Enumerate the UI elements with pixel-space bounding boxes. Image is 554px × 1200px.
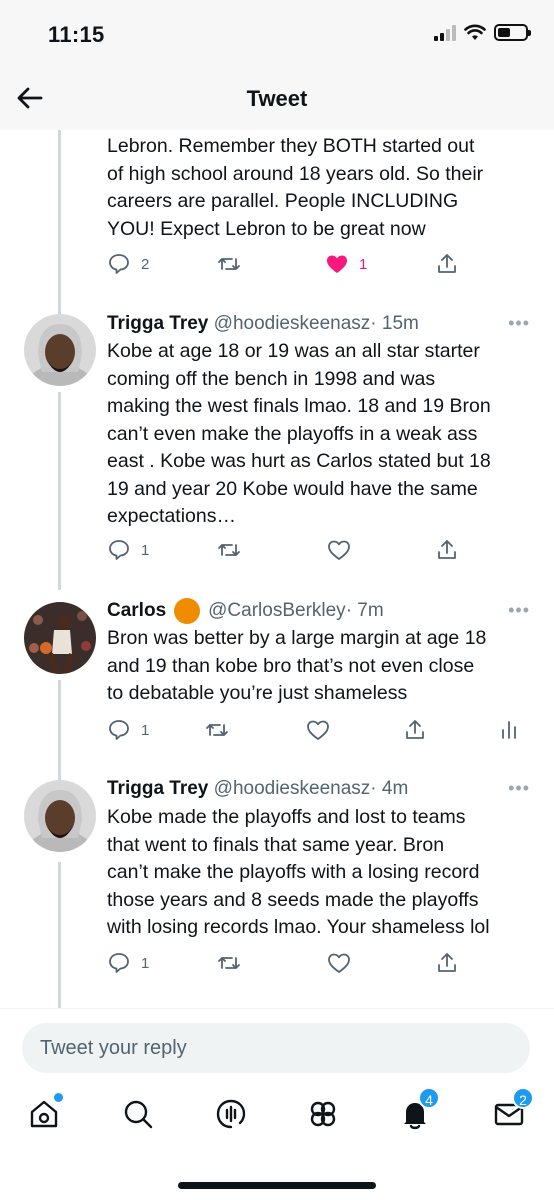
like-button[interactable]: 1 bbox=[325, 252, 367, 276]
heart-filled-icon bbox=[327, 255, 347, 273]
reply-icon bbox=[109, 540, 129, 560]
reply-button[interactable]: 1 bbox=[107, 718, 149, 742]
nav-messages[interactable]: 2 bbox=[492, 1087, 534, 1131]
retweet-icon bbox=[218, 258, 240, 270]
user-handle[interactable]: @CarlosBerkley bbox=[208, 600, 346, 622]
share-icon bbox=[438, 540, 456, 559]
display-name[interactable]: Trigga Trey bbox=[107, 778, 208, 800]
heart-icon bbox=[328, 953, 350, 973]
avatar-image bbox=[24, 780, 96, 852]
retweet-button[interactable] bbox=[217, 951, 241, 975]
retweet-icon bbox=[206, 724, 228, 736]
tweet[interactable]: Lebron. Remember they BOTH started out o… bbox=[0, 0, 554, 300]
share-icon bbox=[438, 254, 456, 273]
share-button[interactable] bbox=[435, 951, 459, 975]
nav-spaces[interactable] bbox=[214, 1097, 248, 1131]
tweet-text: Bron was better by a large margin at age… bbox=[107, 627, 487, 704]
like-count: 1 bbox=[359, 255, 368, 273]
nav-home[interactable] bbox=[27, 1093, 63, 1131]
reply-bar: Tweet your reply 4 2 bbox=[0, 1008, 554, 1200]
retweet-icon bbox=[218, 544, 240, 556]
reply-icon bbox=[109, 720, 129, 740]
communities-icon bbox=[310, 1101, 336, 1127]
reply-button[interactable]: 1 bbox=[107, 538, 149, 562]
analytics-icon bbox=[502, 721, 516, 739]
home-unread-dot bbox=[54, 1093, 63, 1102]
analytics-button[interactable] bbox=[497, 718, 521, 742]
avatar-image bbox=[24, 314, 96, 386]
tweet[interactable]: Carlos @CarlosBerkley · 7m ••• Bron was … bbox=[0, 590, 554, 765]
nav-notifications[interactable]: 4 bbox=[398, 1087, 440, 1131]
nav-communities[interactable] bbox=[306, 1097, 340, 1131]
reply-input[interactable]: Tweet your reply bbox=[22, 1023, 530, 1073]
messages-badge: 2 bbox=[512, 1087, 534, 1109]
avatar-image bbox=[24, 602, 96, 674]
retweet-button[interactable] bbox=[217, 538, 241, 562]
home-indicator bbox=[178, 1182, 376, 1189]
more-options-icon[interactable]: ••• bbox=[508, 778, 530, 799]
orange-circle-emoji-icon bbox=[174, 598, 201, 624]
tweet[interactable]: Trigga Trey @hoodieskeenasz · 4m ••• Kob… bbox=[0, 765, 554, 1005]
tweet-author-row: Carlos @CarlosBerkley · 7m bbox=[107, 598, 384, 624]
share-icon bbox=[406, 720, 424, 739]
tweet-time: · 15m bbox=[370, 313, 419, 334]
heart-icon bbox=[307, 720, 329, 740]
tweet-text: Kobe made the playoffs and lost to teams… bbox=[107, 806, 490, 938]
search-icon bbox=[124, 1100, 153, 1129]
like-button[interactable] bbox=[306, 718, 330, 742]
avatar[interactable] bbox=[24, 780, 96, 852]
share-button[interactable] bbox=[435, 538, 459, 562]
like-button[interactable] bbox=[327, 951, 351, 975]
reply-icon bbox=[109, 254, 129, 274]
reply-count: 1 bbox=[141, 954, 150, 972]
reply-count: 1 bbox=[141, 721, 150, 739]
tweet-text: Kobe at age 18 or 19 was an all star sta… bbox=[107, 340, 491, 527]
tweet-time: · 7m bbox=[345, 600, 384, 621]
share-button[interactable] bbox=[403, 718, 427, 742]
avatar[interactable] bbox=[24, 602, 96, 674]
reply-button[interactable]: 2 bbox=[107, 252, 149, 276]
more-options-icon[interactable]: ••• bbox=[508, 600, 530, 621]
reply-icon bbox=[109, 953, 129, 973]
share-button[interactable] bbox=[435, 252, 459, 276]
notifications-badge: 4 bbox=[418, 1087, 440, 1109]
display-name[interactable]: Trigga Trey bbox=[107, 313, 208, 335]
more-options-icon[interactable]: ••• bbox=[508, 313, 530, 334]
reply-count: 2 bbox=[141, 255, 150, 273]
heart-icon bbox=[328, 540, 350, 560]
home-icon bbox=[30, 1100, 58, 1128]
tweet[interactable]: Trigga Trey @hoodieskeenasz · 15m ••• Ko… bbox=[0, 300, 554, 590]
tweet-actions: 1 bbox=[107, 718, 547, 746]
tweet-author-row: Trigga Trey @hoodieskeenasz · 4m bbox=[107, 778, 408, 800]
retweet-button[interactable] bbox=[217, 252, 241, 276]
tweet-time: · 4m bbox=[370, 778, 409, 799]
bottom-nav: 4 2 bbox=[0, 1087, 554, 1147]
user-handle[interactable]: @hoodieskeenasz bbox=[214, 778, 371, 800]
tweet-actions: 1 bbox=[107, 538, 547, 566]
share-icon bbox=[438, 953, 456, 972]
avatar[interactable] bbox=[24, 314, 96, 386]
reply-button[interactable]: 1 bbox=[107, 951, 149, 975]
tweet-author-row: Trigga Trey @hoodieskeenasz · 15m bbox=[107, 313, 419, 335]
nav-search[interactable] bbox=[121, 1097, 155, 1131]
like-button[interactable] bbox=[327, 538, 351, 562]
tweet-actions: 2 1 bbox=[107, 252, 547, 280]
spaces-icon bbox=[216, 1099, 246, 1129]
tweet-text: Lebron. Remember they BOTH started out o… bbox=[107, 135, 484, 240]
tweet-actions: 1 bbox=[107, 951, 547, 979]
retweet-button[interactable] bbox=[205, 718, 229, 742]
reply-count: 1 bbox=[141, 541, 150, 559]
display-name[interactable]: Carlos bbox=[107, 600, 166, 622]
retweet-icon bbox=[218, 957, 240, 969]
user-handle[interactable]: @hoodieskeenasz bbox=[214, 313, 371, 335]
